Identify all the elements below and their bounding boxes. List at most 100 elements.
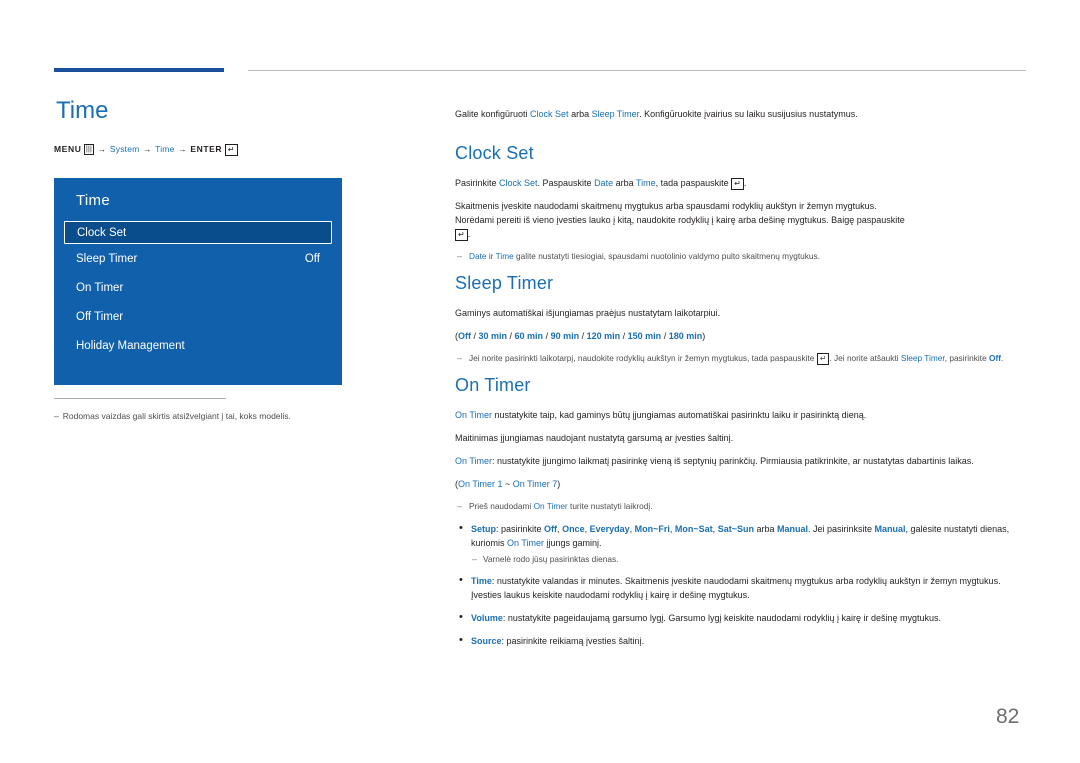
- enter-key-icon: ↵: [816, 352, 830, 365]
- ot-range-link-1: On Timer 1: [458, 478, 503, 489]
- bullet-0-subnote-text: Varnelė rodo jūsų pasirinktas dienas.: [483, 554, 619, 564]
- footnote-dash-icon: ‒: [54, 411, 59, 421]
- menu-path: MENU ||| → System → Time → ENTER ↵: [54, 144, 414, 156]
- sleep-timer-paragraph-1: Gaminys automatiškai išjungiamas praėjus…: [455, 307, 721, 318]
- note-link-time: Time: [495, 251, 514, 261]
- sleep-timer-options: (Off / 30 min / 60 min / 90 min / 120 mi…: [455, 330, 706, 341]
- section-heading-sleep-timer: Sleep Timer: [455, 272, 554, 293]
- intro-paragraph: Galite konfigūruoti Clock Set arba Sleep…: [455, 107, 1027, 121]
- page-title: Time: [56, 97, 109, 124]
- ot-range-link-7: On Timer 7: [512, 478, 558, 489]
- bullet-3-part-0: : pasirinkite reikiamą įvesties šaltinį.: [501, 636, 645, 646]
- bullet-0-part-14: . Jei pasirinksite: [807, 524, 875, 534]
- osd-item-off-timer[interactable]: Off Timer: [54, 302, 342, 331]
- on-timer-paragraph-1: On Timer nustatykite taip, kad gaminys b…: [455, 408, 1027, 422]
- left-footnote-text: Rodomas vaizdas gali skirtis atsižvelgia…: [62, 411, 291, 421]
- cs-link-clock-set: Clock Set: [499, 178, 538, 188]
- menu-path-item-time: Time: [155, 144, 175, 154]
- on-timer-note: ‒ Prieš naudodami On Timer turite nustaty…: [457, 500, 1027, 513]
- bullet-0-part-0: : pasirinkite: [496, 524, 545, 534]
- st-note-b: . Jei norite atšaukti: [829, 352, 901, 363]
- st-option-150min: 150 min: [627, 330, 662, 341]
- note-link-date: Date: [469, 251, 487, 261]
- osd-item-label: On Timer: [76, 281, 124, 294]
- list-item: Time: nustatykite valandas ir minutes. S…: [455, 573, 1027, 602]
- cs-p1-c: arba: [613, 178, 636, 188]
- note-b: galite nustatyti tiesiogiai, spausdami n…: [513, 251, 820, 261]
- menu-path-enter-label: ENTER: [190, 144, 223, 154]
- cs-p2-line2: Norėdami pereiti iš vieno įvesties lauko…: [455, 215, 905, 225]
- bullet-0-part-18: įjungs gaminį.: [544, 538, 602, 548]
- ot-note-b: turite nustatyti laikrodį.: [567, 500, 653, 511]
- osd-item-sleep-timer[interactable]: Sleep Timer Off: [54, 244, 342, 273]
- st-option-off: Off: [458, 330, 471, 341]
- menu-path-arrow-1: →: [97, 144, 107, 154]
- intro-pre: Galite konfigūruoti: [455, 109, 531, 119]
- st-note-link-off: Off: [989, 352, 1001, 363]
- note-dash-icon: ‒: [457, 500, 463, 511]
- st-opt-close: ): [702, 330, 706, 341]
- osd-item-label: Sleep Timer: [76, 252, 138, 265]
- intro-link-clock-set: Clock Set: [530, 109, 569, 119]
- cs-link-date: Date: [594, 178, 614, 188]
- bullet-0-part-3: Once: [562, 524, 585, 534]
- ot-note-a: Prieš naudodami: [469, 500, 534, 511]
- ot-p3-a: : nustatykite įjungimo laikmatį pasirink…: [492, 455, 974, 466]
- enter-key-icon: ↵: [455, 229, 468, 241]
- bullet-label-setup: Setup: [471, 524, 497, 534]
- osd-item-clock-set[interactable]: Clock Set: [64, 221, 332, 244]
- ot-link-on-timer-1: On Timer: [455, 409, 493, 420]
- ot-link-on-timer-2: On Timer: [455, 455, 493, 466]
- clock-set-note: ‒ Date ir Time galite nustatyti tiesiogia…: [457, 250, 1027, 263]
- menu-path-item-system: System: [109, 144, 140, 154]
- bullet-0-part-13: Manual: [776, 524, 808, 534]
- st-note-a: Jei norite pasirinkti laikotarpį, naudok…: [469, 352, 817, 363]
- bullet-label-time: Time: [471, 576, 492, 586]
- cs-p1-e: .: [743, 178, 747, 188]
- bullet-0-part-9: Mon~Sat: [674, 524, 713, 534]
- st-option-30min: 30 min: [478, 330, 508, 341]
- menu-path-arrow-3: →: [178, 144, 187, 154]
- bullet-0-part-17: On Timer: [507, 538, 545, 548]
- left-column: Time MENU ||| → System → Time → ENTER ↵: [54, 96, 414, 156]
- section-heading-on-timer: On Timer: [455, 374, 531, 395]
- cs-p1-b: . Paspauskite: [537, 178, 595, 188]
- intro-mid: arba: [568, 109, 592, 119]
- osd-item-label: Clock Set: [77, 226, 127, 239]
- st-option-120min: 120 min: [586, 330, 621, 341]
- header-rule-accent: [54, 68, 224, 72]
- osd-panel: Time Clock Set Sleep Timer Off On Timer …: [54, 178, 342, 385]
- note-a: ir: [486, 251, 496, 261]
- note-dash-icon: ‒: [457, 352, 463, 363]
- bullet-subnote-setup: ‒ Varnelė rodo jūsų pasirinktas dienas.: [472, 553, 1027, 565]
- on-timer-range: (On Timer 1 ~ On Timer 7): [455, 477, 1027, 491]
- list-item: Setup: pasirinkite Off, Once, Everyday, …: [455, 521, 1027, 565]
- sleep-timer-note: ‒ Jei norite pasirinkti laikotarpį, naudo…: [457, 352, 1027, 365]
- osd-menu-list: Clock Set Sleep Timer Off On Timer Off T…: [54, 221, 342, 360]
- cs-p1-d: , tada paspauskite: [655, 178, 732, 188]
- st-note-link-sleep-timer: Sleep Timer: [900, 352, 945, 363]
- right-column: Galite konfigūruoti Clock Set arba Sleep…: [455, 98, 1027, 657]
- clock-set-paragraph-2: Skaitmenis įveskite naudodami skaitmenų …: [455, 201, 905, 241]
- menu-path-menu-label: MENU: [54, 144, 82, 154]
- on-timer-bullet-list: Setup: pasirinkite Off, Once, Everyday, …: [455, 521, 1027, 648]
- enter-key-icon: ↵: [224, 144, 238, 156]
- bullet-0-part-12: arba: [753, 524, 777, 534]
- bullet-label-source: Source: [471, 636, 502, 646]
- menu-path-arrow-2: →: [143, 144, 152, 154]
- enter-key-icon: ↵: [731, 178, 744, 190]
- page-number: 82: [996, 705, 1020, 728]
- document-page: Time MENU ||| → System → Time → ENTER ↵ …: [0, 0, 1080, 763]
- cs-p2-line1: Skaitmenis įveskite naudodami skaitmenų …: [455, 201, 877, 211]
- st-option-90min: 90 min: [550, 330, 580, 341]
- list-item: Volume: nustatykite pageidaujamą garsumo…: [455, 610, 1027, 625]
- osd-item-on-timer[interactable]: On Timer: [54, 273, 342, 302]
- osd-item-value: Off: [304, 252, 320, 265]
- osd-title: Time: [76, 192, 110, 209]
- osd-item-label: Holiday Management: [76, 339, 185, 352]
- osd-item-holiday-management[interactable]: Holiday Management: [54, 331, 342, 360]
- header-rule-thin: [248, 70, 1026, 71]
- on-timer-paragraph-2: Maitinimas įjungiamas naudojant nustatyt…: [455, 432, 734, 443]
- bullet-0-part-15: Manual: [874, 524, 906, 534]
- st-note-d: .: [1000, 352, 1004, 363]
